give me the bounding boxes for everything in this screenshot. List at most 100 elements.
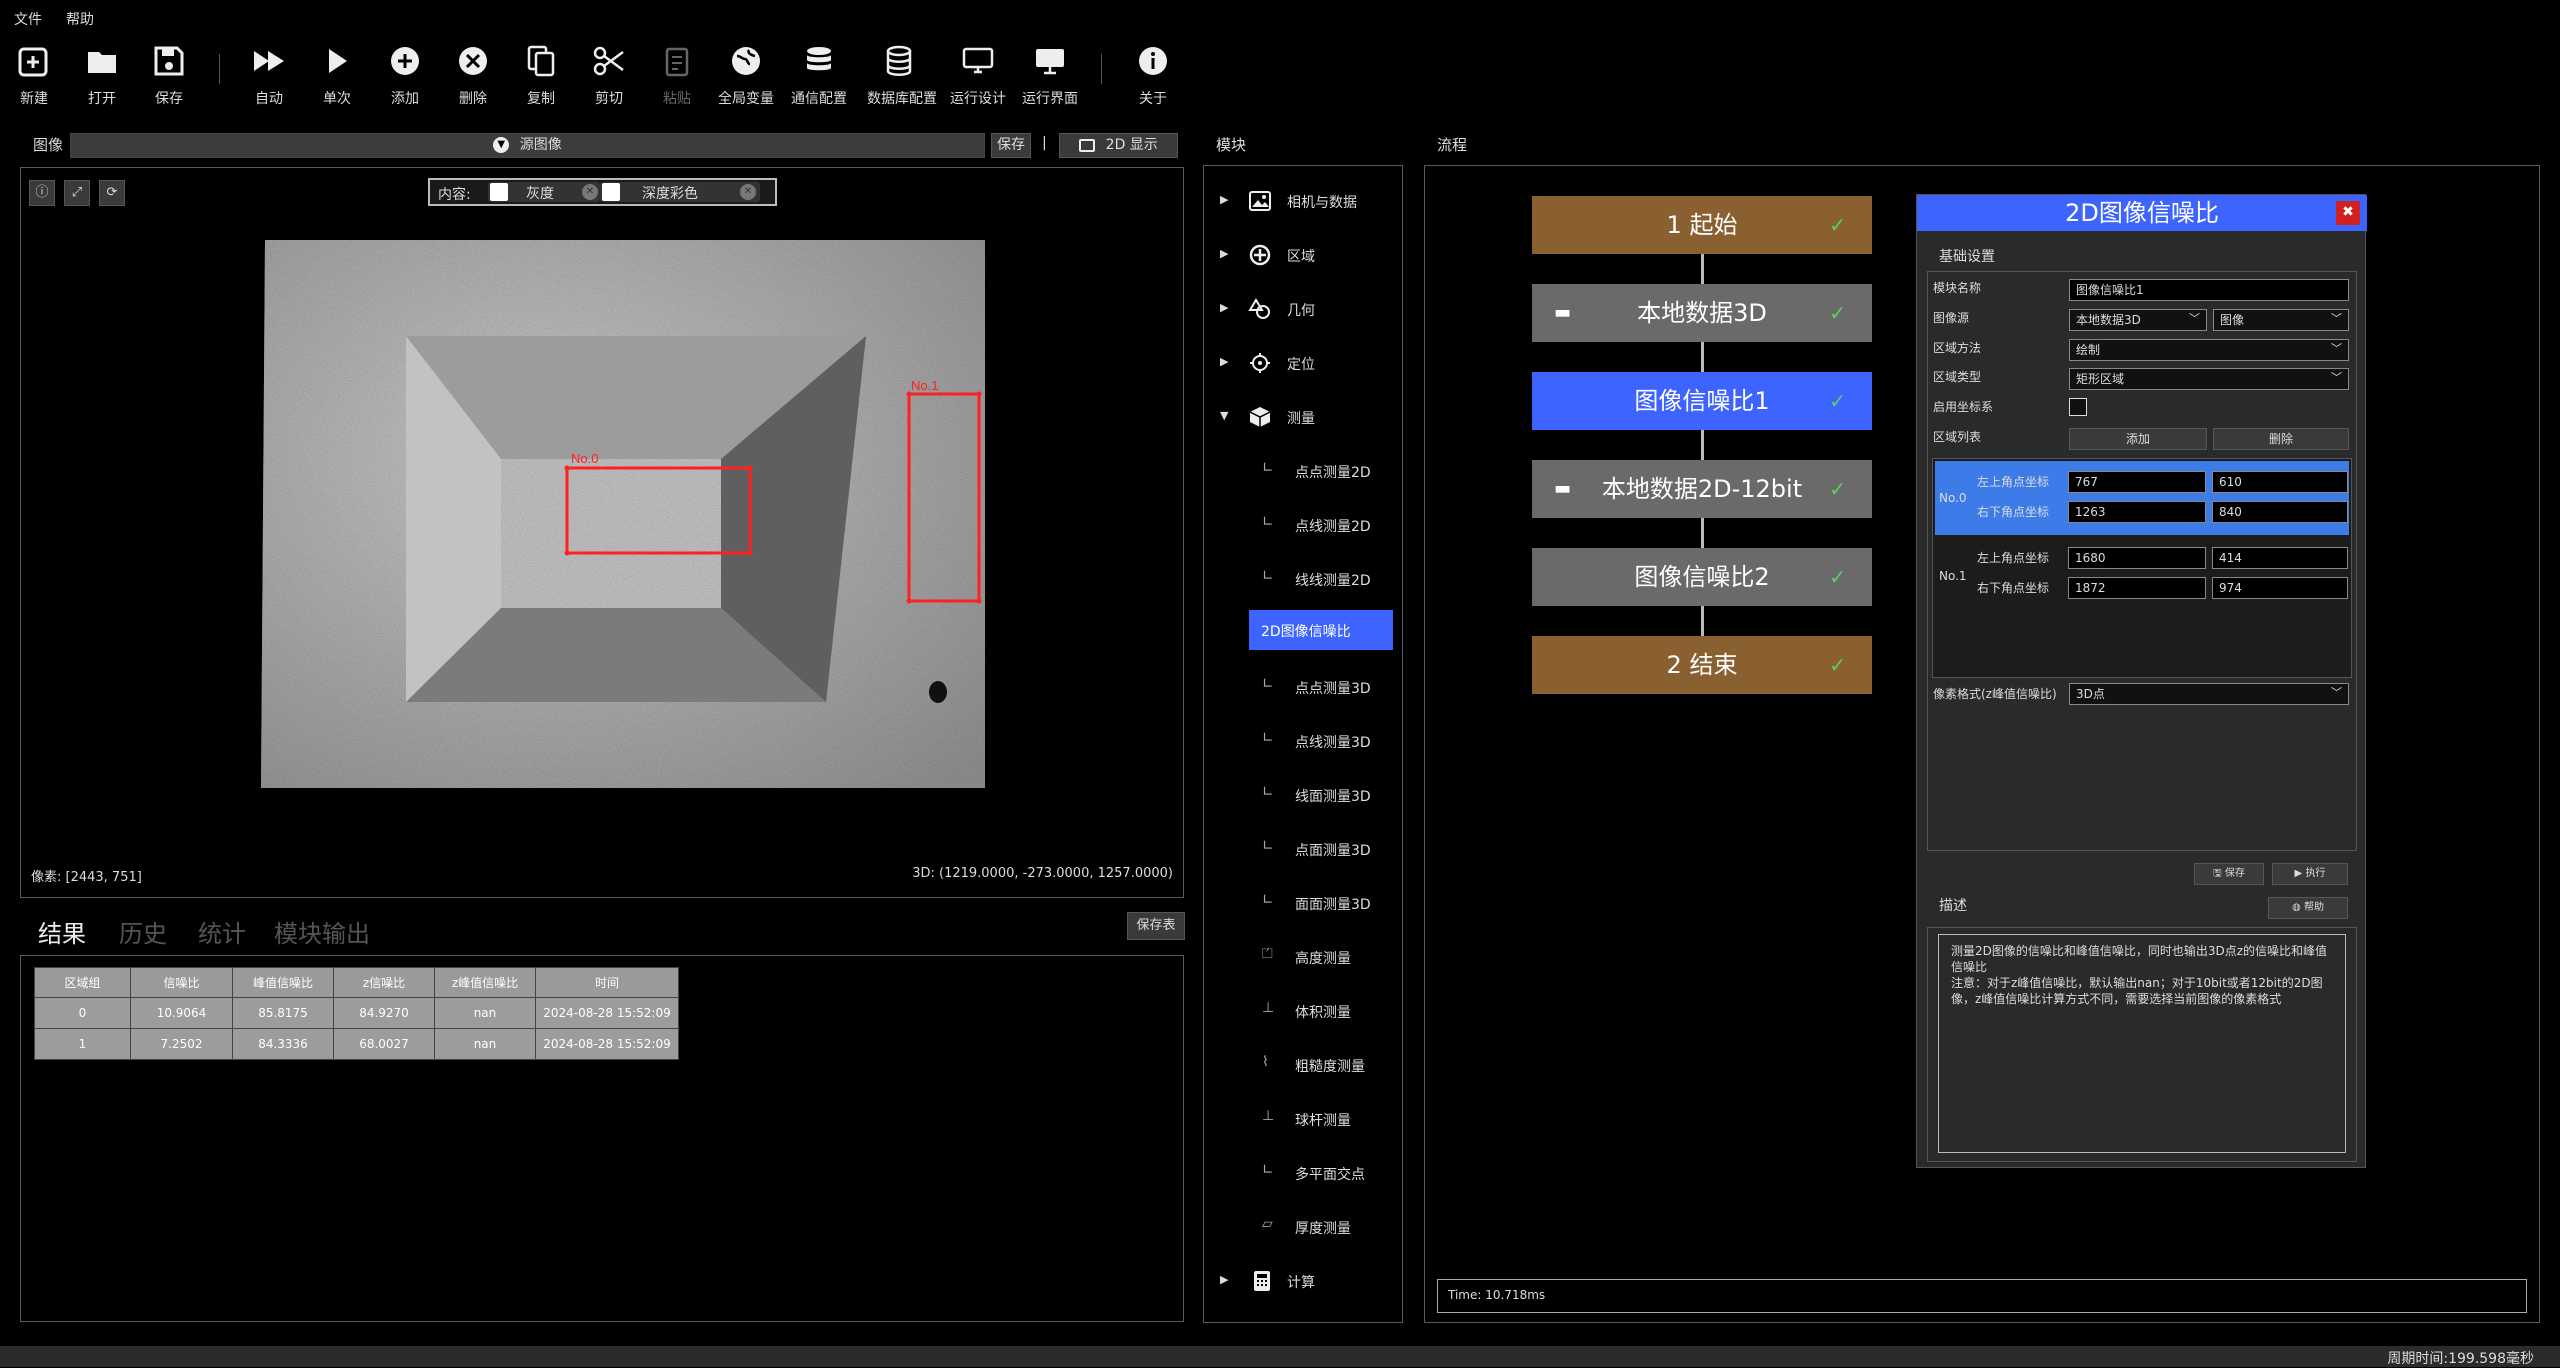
region1-tl-x[interactable]: 1680 — [2068, 547, 2206, 569]
gray-checkbox[interactable] — [490, 183, 508, 201]
tree-item-point-point-2d[interactable]: ∟ 点点测量2D — [1204, 450, 1404, 492]
tab-results[interactable]: 结果 — [38, 914, 86, 949]
menu-help[interactable]: 帮助 — [66, 9, 94, 29]
tree-group-locate[interactable]: ▶ 定位 — [1204, 342, 1404, 384]
flow-node-local-3d[interactable]: ▬ 本地数据3D ✓ — [1532, 284, 1872, 342]
region0-br-x[interactable]: 1263 — [2068, 501, 2206, 523]
dialog-save-button[interactable]: 🖫 保存 — [2194, 863, 2264, 885]
dialog-run-button[interactable]: ▶ 执行 — [2272, 863, 2348, 885]
cut-button[interactable]: 剪切 — [577, 44, 641, 110]
table-row[interactable]: 1 7.2502 84.3336 68.0027 nan 2024-08-28 … — [34, 1028, 679, 1060]
col-header[interactable]: 区域组 — [34, 967, 131, 998]
new-button[interactable]: 新建 — [2, 44, 66, 110]
auto-run-button[interactable]: 自动 — [237, 44, 301, 110]
copy-button[interactable]: 复制 — [509, 44, 573, 110]
dialog-help-button[interactable]: ◍ 帮助 — [2268, 897, 2348, 919]
run-ui-button[interactable]: 运行界面 — [1018, 44, 1082, 110]
open-button[interactable]: 打开 — [70, 44, 134, 110]
table-row[interactable]: 0 10.9064 85.8175 84.9270 nan 2024-08-28… — [34, 997, 679, 1029]
col-header[interactable]: 时间 — [535, 967, 679, 998]
tree-item-thickness[interactable]: ▱ 厚度测量 — [1204, 1206, 1404, 1248]
fit-screen-icon[interactable]: ⤢ — [64, 180, 90, 206]
tab-module-output[interactable]: 模块输出 — [274, 914, 370, 949]
menu-file[interactable]: 文件 — [14, 9, 42, 29]
depth-color-clear-icon[interactable]: ✕ — [740, 184, 756, 200]
tree-item-line-line-2d[interactable]: ∟ 线线测量2D — [1204, 558, 1404, 600]
region1-br-y[interactable]: 974 — [2212, 577, 2348, 599]
info-tool-icon[interactable]: ⓘ — [29, 180, 55, 206]
delete-button[interactable]: 删除 — [441, 44, 505, 110]
save-table-button[interactable]: 保存表 — [1127, 912, 1185, 940]
image-save-button[interactable]: 保存 — [991, 133, 1031, 158]
col-header[interactable]: 峰值信噪比 — [232, 967, 334, 998]
delete-region-button[interactable]: 删除 — [2213, 428, 2349, 450]
col-header[interactable]: 信噪比 — [130, 967, 233, 998]
roi-handle[interactable] — [564, 465, 570, 471]
tree-item-height[interactable]: ⏍ 高度测量 — [1204, 936, 1404, 978]
tree-item-line-plane-3d[interactable]: ∟ 线面测量3D — [1204, 774, 1404, 816]
tree-item-volume[interactable]: ⊥ 体积测量 — [1204, 990, 1404, 1032]
col-header[interactable]: z峰值信噪比 — [434, 967, 536, 998]
single-run-button[interactable]: 单次 — [305, 44, 369, 110]
flow-node-end[interactable]: 2 结束 ✓ — [1532, 636, 1872, 694]
tree-item-roughness[interactable]: ⌇ 粗糙度测量 — [1204, 1044, 1404, 1086]
roi-handle[interactable] — [747, 550, 753, 556]
comm-config-button[interactable]: 通信配置 — [787, 44, 851, 110]
enable-coord-checkbox[interactable] — [2069, 398, 2087, 416]
tree-group-region[interactable]: ▶ 区域 — [1204, 234, 1404, 276]
paste-button[interactable]: 粘贴 — [645, 44, 709, 110]
flow-node-local-2d[interactable]: ▬ 本地数据2D-12bit ✓ — [1532, 460, 1872, 518]
tab-statistics[interactable]: 统计 — [198, 914, 246, 949]
gray-clear-icon[interactable]: ✕ — [582, 184, 598, 200]
close-icon[interactable]: ✖ — [2336, 201, 2360, 225]
db-config-button[interactable]: 数据库配置 — [867, 44, 937, 110]
image-source-select[interactable]: ▼ 源图像 — [70, 133, 985, 158]
tree-group-geometry[interactable]: ▶ 几何 — [1204, 288, 1404, 330]
tree-group-camera[interactable]: ▶ 相机与数据 — [1204, 180, 1404, 222]
add-button[interactable]: 添加 — [373, 44, 437, 110]
tree-group-measure[interactable]: ▼ 测量 — [1204, 396, 1404, 438]
run-design-button[interactable]: 运行设计 — [946, 44, 1010, 110]
roi-handle[interactable] — [747, 465, 753, 471]
tree-item-point-point-3d[interactable]: ∟ 点点测量3D — [1204, 666, 1404, 708]
region-type-select[interactable]: 矩形区域 ﹀ — [2069, 368, 2349, 390]
depth-color-toggle[interactable]: 深度彩色 ✕ — [600, 182, 760, 202]
gray-toggle[interactable]: 灰度 ✕ — [488, 182, 600, 202]
roi-handle[interactable] — [976, 598, 982, 604]
tree-item-plane-plane-3d[interactable]: ∟ 面面测量3D — [1204, 882, 1404, 924]
col-header[interactable]: z信噪比 — [333, 967, 435, 998]
flow-node-snr2[interactable]: 图像信噪比2 ✓ — [1532, 548, 1872, 606]
about-button[interactable]: 关于 — [1121, 44, 1185, 110]
tree-item-point-line-2d[interactable]: ∟ 点线测量2D — [1204, 504, 1404, 546]
global-variable-button[interactable]: 全局变量 — [714, 44, 778, 110]
pixel-format-select[interactable]: 3D点 ﹀ — [2069, 683, 2349, 705]
dialog-title[interactable]: 2D图像信噪比 — [1917, 195, 2367, 231]
image-src-select[interactable]: 本地数据3D ﹀ — [2069, 309, 2207, 331]
tree-item-point-plane-3d[interactable]: ∟ 点面测量3D — [1204, 828, 1404, 870]
flow-node-start[interactable]: 1 起始 ✓ — [1532, 196, 1872, 254]
region0-br-y[interactable]: 840 — [2212, 501, 2348, 523]
region0-tl-y[interactable]: 610 — [2212, 471, 2348, 493]
save-button[interactable]: 保存 — [137, 44, 201, 110]
module-name-field[interactable]: 图像信噪比1 — [2069, 279, 2349, 301]
flow-node-snr1-selected[interactable]: 图像信噪比1 ✓ — [1532, 372, 1872, 430]
roi-handle[interactable] — [906, 598, 912, 604]
image-viewer[interactable]: ⓘ ⤢ ⟳ 内容: 灰度 ✕ 深度彩色 ✕ No.0 No.1 像素: [244… — [20, 167, 1184, 898]
roi-handle[interactable] — [564, 550, 570, 556]
region-row[interactable]: No.1 左上角点坐标 右下角点坐标 1680 414 1872 974 — [1935, 539, 2349, 613]
image-src-sub-select[interactable]: 图像 ﹀ — [2213, 309, 2349, 331]
tree-group-calc[interactable]: ▶ 计算 — [1204, 1260, 1404, 1302]
tree-item-snr-2d-selected[interactable]: 2D图像信噪比 — [1249, 610, 1393, 650]
refresh-icon[interactable]: ⟳ — [99, 180, 125, 206]
region1-br-x[interactable]: 1872 — [2068, 577, 2206, 599]
depth-color-checkbox[interactable] — [602, 183, 620, 201]
region1-tl-y[interactable]: 414 — [2212, 547, 2348, 569]
region-row-selected[interactable]: No.0 左上角点坐标 右下角点坐标 767 610 1263 840 — [1935, 461, 2349, 535]
tree-item-multi-plane[interactable]: ∟ 多平面交点 — [1204, 1152, 1404, 1194]
tree-item-point-line-3d[interactable]: ∟ 点线测量3D — [1204, 720, 1404, 762]
tab-history[interactable]: 历史 — [119, 914, 167, 949]
tree-item-ball-bar[interactable]: ⊥ 球杆测量 — [1204, 1098, 1404, 1140]
region-method-select[interactable]: 绘制 ﹀ — [2069, 339, 2349, 361]
region0-tl-x[interactable]: 767 — [2068, 471, 2206, 493]
roi-handle[interactable] — [976, 391, 982, 397]
